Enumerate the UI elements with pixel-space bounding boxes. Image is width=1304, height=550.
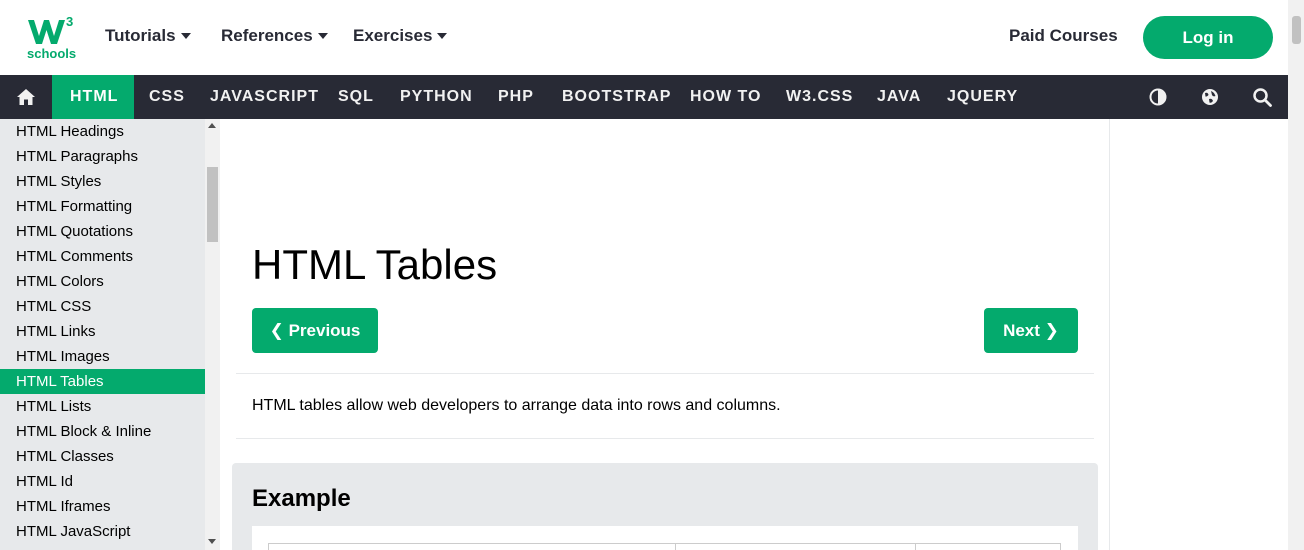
sidebar-item-html-javascript[interactable]: HTML JavaScript bbox=[0, 519, 205, 544]
menu-tutorials-label: Tutorials bbox=[105, 26, 176, 45]
sidebar-scrollbar[interactable] bbox=[205, 119, 220, 550]
sidebar-item-html-block-inline[interactable]: HTML Block & Inline bbox=[0, 419, 205, 444]
home-button[interactable] bbox=[0, 75, 52, 119]
menu-exercises[interactable]: Exercises bbox=[353, 26, 448, 46]
sidebar-item-html-tables[interactable]: HTML Tables bbox=[0, 369, 205, 394]
right-sidebar bbox=[1111, 119, 1288, 550]
paid-courses-link[interactable]: Paid Courses bbox=[1009, 26, 1118, 46]
page-scroll-thumb[interactable] bbox=[1292, 16, 1301, 44]
globe-icon bbox=[1202, 89, 1218, 105]
next-button[interactable]: Next ❯ bbox=[984, 308, 1078, 353]
sidebar-item-html-comments[interactable]: HTML Comments bbox=[0, 244, 205, 269]
example-code-area bbox=[252, 526, 1078, 550]
sidebar-scroll-thumb[interactable] bbox=[207, 167, 218, 242]
scroll-down-arrow-icon[interactable] bbox=[208, 539, 216, 544]
sidebar-menu: HTML Headings HTML Paragraphs HTML Style… bbox=[0, 119, 220, 550]
caret-down-icon bbox=[317, 33, 328, 39]
sidebar-item-html-id[interactable]: HTML Id bbox=[0, 469, 205, 494]
nav-item-java[interactable]: JAVA bbox=[877, 75, 921, 119]
main-content: HTML Tables ❮ Previous Next ❯ HTML table… bbox=[220, 119, 1110, 550]
sidebar-item-html-iframes[interactable]: HTML Iframes bbox=[0, 494, 205, 519]
intro-text: HTML tables allow web developers to arra… bbox=[252, 397, 781, 414]
sidebar-item-html-styles[interactable]: HTML Styles bbox=[0, 169, 205, 194]
sidebar-item-html-headings[interactable]: HTML Headings bbox=[0, 119, 205, 144]
divider bbox=[236, 373, 1094, 374]
nav-item-javascript[interactable]: JAVASCRIPT bbox=[210, 75, 319, 119]
nav-item-css[interactable]: CSS bbox=[149, 75, 185, 119]
divider bbox=[236, 438, 1094, 439]
search-button[interactable] bbox=[1245, 75, 1279, 119]
logo-superscript: 3 bbox=[66, 14, 73, 29]
page-title: HTML Tables bbox=[252, 241, 498, 288]
menu-references[interactable]: References bbox=[221, 26, 328, 46]
sidebar-item-html-lists[interactable]: HTML Lists bbox=[0, 394, 205, 419]
contrast-icon bbox=[1149, 88, 1167, 106]
table-column-divider bbox=[915, 544, 916, 550]
logo-text: schools bbox=[27, 46, 76, 61]
nav-item-sql[interactable]: SQL bbox=[338, 75, 374, 119]
sidebar-item-html-css[interactable]: HTML CSS bbox=[0, 294, 205, 319]
top-header: 3 schools Tutorials References Exercises… bbox=[0, 0, 1288, 75]
sidebar-item-html-images[interactable]: HTML Images bbox=[0, 344, 205, 369]
sidebar-item-html-formatting[interactable]: HTML Formatting bbox=[0, 194, 205, 219]
caret-down-icon bbox=[180, 33, 191, 39]
language-button[interactable] bbox=[1193, 75, 1227, 119]
search-icon bbox=[1252, 87, 1272, 107]
nav-item-html[interactable]: HTML bbox=[52, 75, 134, 119]
example-table-preview bbox=[268, 543, 1061, 550]
menu-tutorials[interactable]: Tutorials bbox=[105, 26, 191, 46]
w3schools-logo[interactable]: 3 schools bbox=[26, 14, 76, 62]
sidebar-item-html-links[interactable]: HTML Links bbox=[0, 319, 205, 344]
previous-button[interactable]: ❮ Previous bbox=[252, 308, 378, 353]
scroll-up-arrow-icon[interactable] bbox=[208, 123, 216, 128]
topic-navbar: HTML CSS JAVASCRIPT SQL PYTHON PHP BOOTS… bbox=[0, 75, 1288, 119]
menu-exercises-label: Exercises bbox=[353, 26, 433, 45]
example-box: Example bbox=[232, 463, 1098, 550]
sidebar-item-html-colors[interactable]: HTML Colors bbox=[0, 269, 205, 294]
login-button[interactable]: Log in bbox=[1143, 16, 1273, 59]
page-scrollbar[interactable] bbox=[1288, 0, 1304, 550]
nav-item-python[interactable]: PYTHON bbox=[400, 75, 473, 119]
nav-item-bootstrap[interactable]: BOOTSTRAP bbox=[562, 75, 671, 119]
nav-item-w3css[interactable]: W3.CSS bbox=[786, 75, 853, 119]
sidebar-item-html-paragraphs[interactable]: HTML Paragraphs bbox=[0, 144, 205, 169]
nav-item-jquery[interactable]: JQUERY bbox=[947, 75, 1018, 119]
home-icon bbox=[17, 89, 35, 105]
theme-toggle-button[interactable] bbox=[1141, 75, 1175, 119]
sidebar-item-html-classes[interactable]: HTML Classes bbox=[0, 444, 205, 469]
menu-references-label: References bbox=[221, 26, 313, 45]
nav-item-php[interactable]: PHP bbox=[498, 75, 534, 119]
nav-item-how-to[interactable]: HOW TO bbox=[690, 75, 761, 119]
table-column-divider bbox=[675, 544, 676, 550]
sidebar-item-html-quotations[interactable]: HTML Quotations bbox=[0, 219, 205, 244]
caret-down-icon bbox=[437, 33, 448, 39]
example-title: Example bbox=[252, 485, 351, 512]
